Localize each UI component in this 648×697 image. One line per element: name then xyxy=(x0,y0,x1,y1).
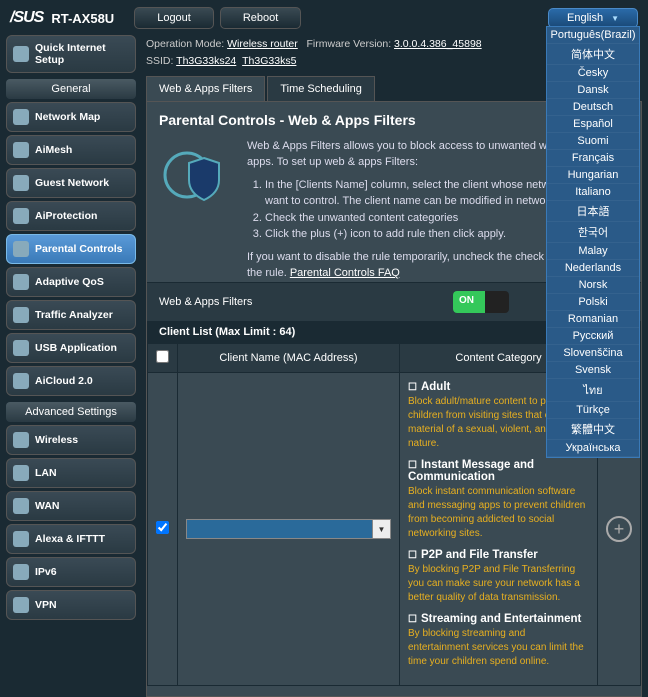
opmode-link[interactable]: Wireless router xyxy=(227,38,298,50)
sidebar-item-guest-network[interactable]: Guest Network xyxy=(6,168,136,198)
category-p2p-and-file-transfer[interactable]: P2P and File TransferBy blocking P2P and… xyxy=(408,549,589,605)
col-client-name: Client Name (MAC Address) xyxy=(178,343,400,372)
brand-logo: /SUS xyxy=(10,9,43,27)
client-name-input[interactable] xyxy=(186,519,373,539)
language-dropdown[interactable]: English xyxy=(548,8,638,28)
sidebar: Quick Internet Setup General Network Map… xyxy=(6,32,136,697)
sidebar-item-parental-controls[interactable]: Parental Controls xyxy=(6,234,136,264)
language-option[interactable]: Français xyxy=(547,150,639,167)
reboot-button[interactable]: Reboot xyxy=(220,7,301,29)
ssid1-link[interactable]: Th3G33ks24 xyxy=(176,55,236,67)
filters-toggle[interactable]: ON xyxy=(453,291,509,313)
client-dropdown-button[interactable]: ▼ xyxy=(373,519,391,539)
sidebar-item-lan[interactable]: LAN xyxy=(6,458,136,488)
ssid2-link[interactable]: Th3G33ks5 xyxy=(242,55,296,67)
model-label: RT-AX58U xyxy=(51,11,114,26)
language-option[interactable]: Dansk xyxy=(547,82,639,99)
tab-web-apps-filters[interactable]: Web & Apps Filters xyxy=(146,76,265,101)
fw-link[interactable]: 3.0.0.4.386_45898 xyxy=(394,38,482,50)
language-option[interactable]: ไทย xyxy=(547,379,639,402)
sidebar-item-network-map[interactable]: Network Map xyxy=(6,102,136,132)
add-rule-button[interactable]: + xyxy=(606,516,632,542)
language-option[interactable]: Italiano xyxy=(547,184,639,201)
sidebar-item-ipv6[interactable]: IPv6 xyxy=(6,557,136,587)
sidebar-header-general: General xyxy=(6,79,136,99)
logout-button[interactable]: Logout xyxy=(134,7,214,29)
language-option[interactable]: Українська xyxy=(547,440,639,457)
language-option[interactable]: Slovenščina xyxy=(547,345,639,362)
language-option[interactable]: Romanian xyxy=(547,311,639,328)
sidebar-item-traffic-analyzer[interactable]: Traffic Analyzer xyxy=(6,300,136,330)
sidebar-item-aicloud-2.0[interactable]: AiCloud 2.0 xyxy=(6,366,136,396)
language-option[interactable]: Hungarian xyxy=(547,167,639,184)
language-option[interactable]: Malay xyxy=(547,243,639,260)
language-menu: Português(Brazil)简体中文ČeskyDanskDeutschEs… xyxy=(546,26,640,458)
sidebar-item-aimesh[interactable]: AiMesh xyxy=(6,135,136,165)
language-option[interactable]: Norsk xyxy=(547,277,639,294)
sidebar-item-usb-application[interactable]: USB Application xyxy=(6,333,136,363)
shield-icon xyxy=(159,138,233,212)
sidebar-item-wan[interactable]: WAN xyxy=(6,491,136,521)
language-option[interactable]: 日本語 xyxy=(547,201,639,222)
language-option[interactable]: Deutsch xyxy=(547,99,639,116)
language-option[interactable]: Español xyxy=(547,116,639,133)
category-instant-message-and-communication[interactable]: Instant Message and CommunicationBlock i… xyxy=(408,459,589,541)
sidebar-header-advanced: Advanced Settings xyxy=(6,402,136,422)
sidebar-item-aiprotection[interactable]: AiProtection xyxy=(6,201,136,231)
language-option[interactable]: 한국어 xyxy=(547,222,639,243)
quick-setup-button[interactable]: Quick Internet Setup xyxy=(6,35,136,73)
language-option[interactable]: Polski xyxy=(547,294,639,311)
sidebar-item-adaptive-qos[interactable]: Adaptive QoS xyxy=(6,267,136,297)
language-option[interactable]: Suomi xyxy=(547,133,639,150)
row-checkbox[interactable] xyxy=(156,521,169,534)
faq-link[interactable]: Parental Controls FAQ xyxy=(290,267,400,279)
language-option[interactable]: 繁體中文 xyxy=(547,419,639,440)
language-option[interactable]: Česky xyxy=(547,65,639,82)
sidebar-item-alexa-ifttt[interactable]: Alexa & IFTTT xyxy=(6,524,136,554)
language-option[interactable]: Svensk xyxy=(547,362,639,379)
language-option[interactable]: Nederlands xyxy=(547,260,639,277)
language-option[interactable]: Русский xyxy=(547,328,639,345)
tab-time-scheduling[interactable]: Time Scheduling xyxy=(267,76,375,101)
language-option[interactable]: Türkçe xyxy=(547,402,639,419)
category-streaming-and-entertainment[interactable]: Streaming and EntertainmentBy blocking s… xyxy=(408,613,589,669)
language-option[interactable]: 简体中文 xyxy=(547,44,639,65)
select-all-checkbox[interactable] xyxy=(156,350,169,363)
sidebar-item-wireless[interactable]: Wireless xyxy=(6,425,136,455)
language-option[interactable]: Português(Brazil) xyxy=(547,27,639,44)
toggle-label: Web & Apps Filters xyxy=(159,296,252,308)
